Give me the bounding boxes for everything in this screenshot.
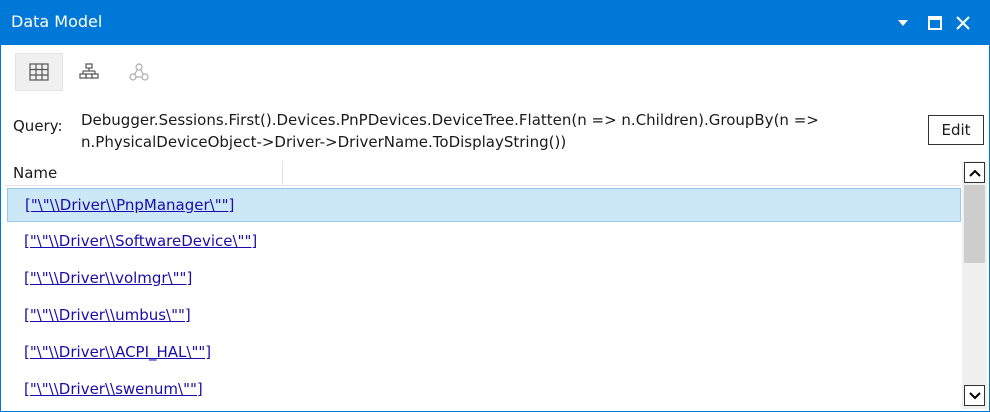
hierarchy-view-icon[interactable] bbox=[65, 53, 113, 91]
chevron-down-icon[interactable] bbox=[964, 385, 985, 406]
edit-button[interactable]: Edit bbox=[928, 115, 984, 145]
row-link[interactable]: ["\"\\Driver\\PnpManager\""] bbox=[25, 196, 234, 214]
scrollbar-thumb[interactable] bbox=[964, 185, 985, 263]
query-line-1: Debugger.Sessions.First().Devices.PnPDev… bbox=[81, 111, 819, 129]
row-link[interactable]: ["\"\\Driver\\SoftwareDevice\""] bbox=[24, 232, 257, 250]
table-row[interactable]: ["\"\\Driver\\volmgr\""] bbox=[7, 262, 961, 296]
maximize-icon[interactable] bbox=[923, 11, 947, 35]
dropdown-arrow-icon[interactable] bbox=[891, 11, 915, 35]
column-header-name[interactable]: Name bbox=[13, 164, 57, 182]
table-row[interactable]: ["\"\\Driver\\ACPI_HAL\""] bbox=[7, 336, 961, 370]
vertical-scrollbar[interactable] bbox=[962, 161, 987, 409]
data-model-window: Data Model Query: Debugger.Sessions.Firs… bbox=[0, 0, 990, 412]
table-row[interactable]: ["\"\\Driver\\swenum\""] bbox=[7, 373, 961, 407]
window-title: Data Model bbox=[11, 12, 103, 31]
row-link[interactable]: ["\"\\Driver\\ACPI_HAL\""] bbox=[24, 343, 211, 361]
column-divider[interactable] bbox=[282, 161, 283, 185]
table-row[interactable]: ["\"\\Driver\\PnpManager\""] bbox=[7, 188, 961, 222]
chevron-up-icon[interactable] bbox=[964, 162, 985, 183]
graph-view-icon[interactable] bbox=[115, 53, 163, 91]
table-body: ["\"\\Driver\\PnpManager\""] ["\"\\Drive… bbox=[5, 188, 963, 410]
table-row[interactable]: ["\"\\Driver\\SoftwareDevice\""] bbox=[7, 225, 961, 259]
row-link[interactable]: ["\"\\Driver\\swenum\""] bbox=[24, 380, 203, 398]
query-label: Query: bbox=[13, 117, 63, 135]
table-header: Name bbox=[5, 161, 961, 186]
row-link[interactable]: ["\"\\Driver\\volmgr\""] bbox=[24, 269, 192, 287]
row-link[interactable]: ["\"\\Driver\\umbus\""] bbox=[24, 306, 191, 324]
query-text: Debugger.Sessions.First().Devices.PnPDev… bbox=[81, 109, 901, 153]
close-icon[interactable] bbox=[951, 11, 975, 35]
table-row[interactable]: ["\"\\Driver\\umbus\""] bbox=[7, 299, 961, 333]
title-bar[interactable]: Data Model bbox=[1, 1, 989, 45]
query-line-2: n.PhysicalDeviceObject->Driver->DriverNa… bbox=[81, 133, 567, 151]
grid-view-icon[interactable] bbox=[15, 53, 63, 91]
